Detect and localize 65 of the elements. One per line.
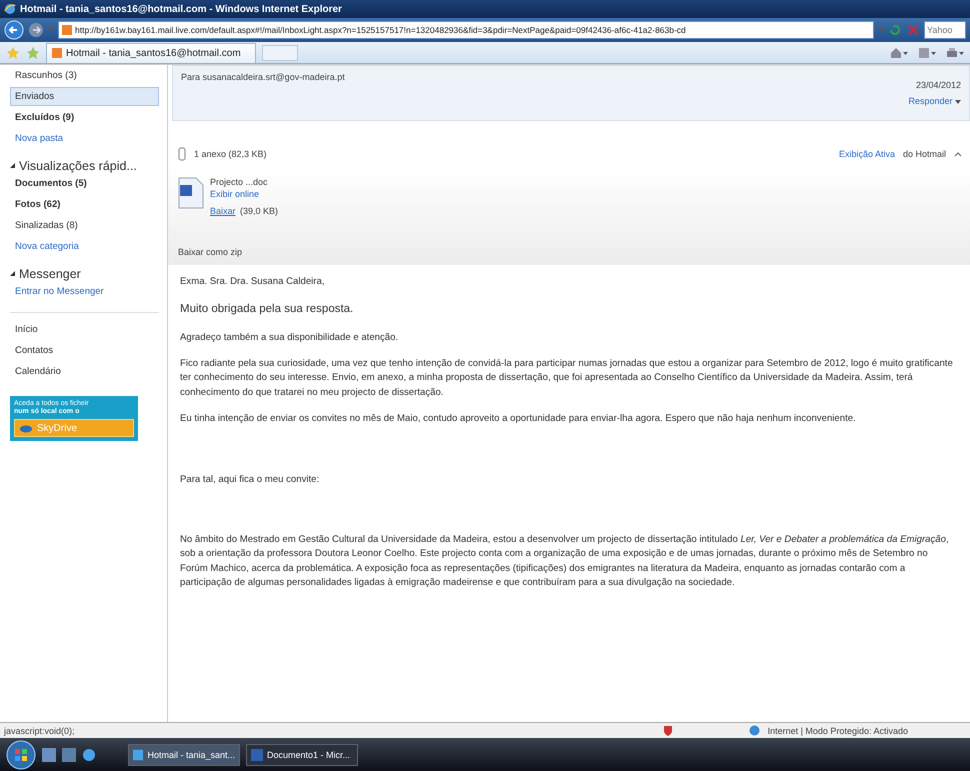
download-link[interactable]: Baixar — [210, 206, 236, 216]
sidebar-item[interactable]: Fotos (62) — [10, 195, 159, 214]
sidebar-link[interactable]: Nova categoria — [10, 237, 159, 256]
browser-tab[interactable]: Hotmail - tania_santos16@hotmail.com — [46, 42, 256, 62]
sidebar-item[interactable]: Calendário — [10, 362, 159, 381]
sidebar-item[interactable]: Documentos (5) — [10, 174, 159, 193]
collapse-icon[interactable] — [954, 151, 962, 157]
start-button[interactable] — [6, 740, 36, 770]
status-text: javascript:void(0); — [4, 726, 75, 736]
quick-launch-icon[interactable] — [42, 748, 56, 762]
forward-button[interactable] — [28, 22, 44, 38]
sidebar-link[interactable]: Nova pasta — [10, 129, 159, 148]
page-icon — [52, 48, 62, 58]
download-zip-link[interactable]: Baixar como zip — [178, 247, 962, 257]
browser-icon[interactable] — [82, 748, 96, 762]
taskbar-button[interactable]: Hotmail - tania_sant... — [128, 744, 240, 766]
attachment-summary: 1 anexo (82,3 KB) — [194, 149, 267, 159]
back-button[interactable] — [4, 20, 24, 40]
section-heading[interactable]: Messenger — [10, 267, 159, 281]
print-icon[interactable] — [946, 46, 964, 58]
sidebar-item[interactable]: Início — [10, 320, 159, 339]
paragraph: Fico radiante pela sua curiosidade, uma vez que tenho intenção de convidá-la para participar numas jornadas que estou a organizar para Setembro de 2012, logo é muito gratificante ter conhecimento do seu interesse. Envio, em anexo, a minha proposta de dissertação, que foi apresentada ao Conselho Científico da Universidade da Madeira. Assim, terá conhecimento do que tratarei no meu projecto de dissertação. — [180, 357, 954, 400]
file-size: (39,0 KB) — [240, 206, 278, 216]
reply-link[interactable]: Responder — [908, 96, 961, 106]
caret-icon — [878, 28, 884, 32]
star-icon[interactable] — [6, 46, 20, 60]
sidebar-item[interactable]: Rascunhos (3) — [10, 66, 159, 85]
window-icon — [251, 748, 263, 760]
sidebar-item[interactable]: Excluídos (9) — [10, 108, 159, 127]
security-zone: Internet | Modo Protegido: Activado — [768, 726, 908, 736]
search-field[interactable]: Yahoo — [924, 21, 966, 39]
section-heading[interactable]: Visualizações rápid... — [10, 159, 159, 173]
window-title: Hotmail - tania_santos16@hotmail.com - Windows Internet Explorer — [20, 4, 342, 14]
window-icon — [133, 748, 144, 760]
sidebar-item[interactable]: Contatos — [10, 341, 159, 360]
caret-icon — [48, 28, 54, 32]
shield-icon[interactable] — [662, 724, 673, 736]
cloud-icon — [19, 423, 33, 433]
sidebar-link[interactable]: Entrar no Messenger — [10, 282, 159, 301]
paragraph: No âmbito do Mestrado em Gestão Cultural da Universidade da Madeira, estou a desenvolver um projecto de dissertação intitulado Ler, Ver e Debater a problemática da Emigração, sob a orientação da professora Doutora Leonor Coelho. Este projecto conta com a organização de uma exposição e de umas jornadas, durante o próximo mês de Setembro no Forúm Machico, acerca da problemática. A exposição foca as representações (tipificações) dos emigrantes na literatura da Madeira, enquanto as jornadas contarão com a participação de algumas personalidades ligadas à emigração madeirense e que contribuíram para a sua divulgação na sociedade. — [180, 532, 950, 590]
document-icon[interactable] — [178, 177, 204, 209]
page-icon — [62, 25, 72, 35]
paperclip-icon — [178, 147, 186, 161]
paragraph: Para tal, aqui fica o meu convite: — [180, 472, 320, 487]
taskbar-button[interactable]: Documento1 - Micr... — [246, 744, 358, 766]
quick-launch-icon[interactable] — [62, 748, 76, 762]
paragraph: Muito obrigada pela sua resposta. — [180, 302, 354, 318]
triangle-icon — [10, 271, 16, 277]
home-icon[interactable] — [890, 46, 908, 58]
active-view-label: do Hotmail — [902, 149, 946, 159]
browser-icon — [4, 3, 16, 15]
globe-icon — [748, 725, 760, 736]
sidebar-item[interactable]: Enviados — [10, 87, 159, 106]
paragraph: Exma. Sra. Dra. Susana Caldeira, — [180, 275, 326, 289]
recipient: Para susanacaldeira.srt@gov-madeira.pt — [181, 72, 345, 84]
view-online-link[interactable]: Exibir online — [210, 189, 278, 199]
paragraph: Eu tinha intenção de enviar os convites no mês de Maio, contudo aproveito a oportunidade para enviar-lha agora. Espero que não haja nenhum inconveniente. — [180, 412, 857, 426]
sidebar-item[interactable]: Sinalizadas (8) — [10, 216, 159, 235]
caret-icon — [955, 100, 961, 104]
file-name: Projecto ...doc — [210, 177, 269, 187]
triangle-icon — [10, 163, 16, 169]
paragraph: Agradeço também a sua disponibilidade e atenção. — [180, 330, 400, 345]
message-date: 23/04/2012 — [916, 80, 961, 90]
address-field[interactable]: http://by161w.bay161.mail.live.com/default.aspx#!/mail/InboxLight.aspx?n=1525157517!n=1320482936&fid=3&pdir=NextPage&paid=09f42436-af6c-41a2-863b-cd — [58, 21, 874, 39]
active-view-link[interactable]: Exibição Ativa — [838, 149, 895, 159]
